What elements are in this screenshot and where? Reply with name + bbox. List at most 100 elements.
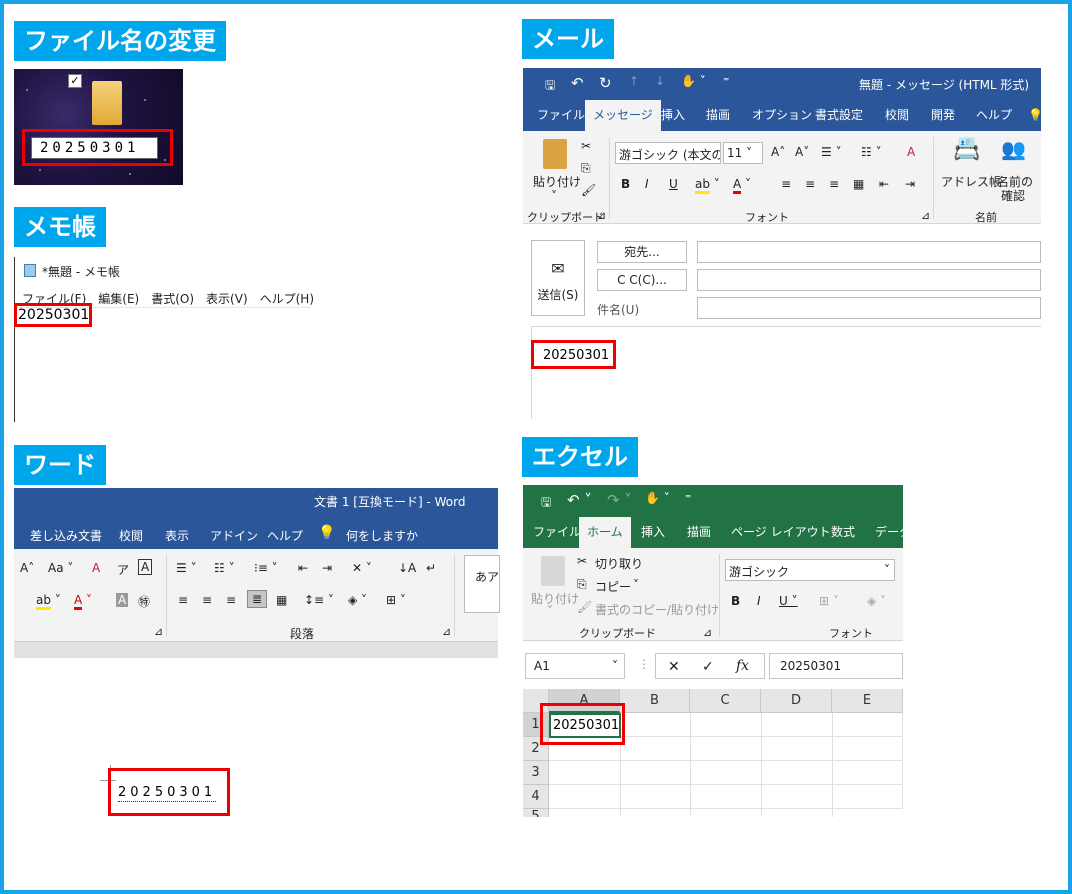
tab-format[interactable]: 書式設定 — [815, 100, 863, 131]
clear-format-icon[interactable]: A — [907, 145, 915, 159]
tab-draw[interactable]: 描画 — [687, 517, 711, 548]
sort-icon[interactable]: ↓A — [398, 561, 416, 575]
align-left-icon[interactable]: ≡ — [178, 593, 188, 607]
function-icon[interactable]: fx — [736, 658, 749, 674]
undo-icon[interactable]: ↶ — [571, 74, 584, 92]
name-box[interactable]: A1 ˅ — [525, 653, 625, 679]
tab-insert[interactable]: 挿入 — [661, 100, 685, 131]
cut-icon[interactable]: ✂ — [581, 139, 591, 153]
multilevel-icon[interactable]: ⁝≡ ˅ — [254, 561, 278, 575]
font-color-icon[interactable]: A ˅ — [733, 177, 751, 194]
paste-label[interactable]: 貼り付け — [531, 590, 579, 607]
change-case-icon[interactable]: Aa ˅ — [48, 561, 73, 575]
tab-help[interactable]: ヘルプ — [267, 527, 303, 544]
save-icon[interactable]: 🖫 — [541, 493, 551, 514]
redo-icon[interactable]: ↻ — [599, 74, 612, 92]
menu-help[interactable]: ヘルプ(H) — [260, 290, 314, 307]
underline-icon[interactable]: U ˅ — [779, 594, 798, 608]
highlight-icon[interactable]: ab ˅ — [36, 593, 61, 610]
save-icon[interactable]: 🖫 — [545, 76, 555, 97]
row-header-3[interactable]: 3 — [523, 761, 549, 785]
paste-label[interactable]: 貼り付け — [533, 173, 581, 190]
tab-data[interactable]: データ — [875, 517, 911, 548]
char-shading-icon[interactable]: A — [116, 593, 129, 607]
shrink-font-icon[interactable]: A˅ — [795, 145, 809, 159]
bullets-icon[interactable]: ☰ ˅ — [821, 145, 842, 159]
grow-font-icon[interactable]: A˄ — [771, 145, 785, 159]
address-book-label[interactable]: アドレス帳 — [941, 173, 1001, 190]
copy-label[interactable]: コピー — [595, 578, 631, 595]
menu-view[interactable]: 表示(V) — [206, 290, 248, 307]
numbering-icon[interactable]: ☷ ˅ — [214, 561, 235, 575]
dialog-launcher-icon[interactable]: ⊿ — [921, 209, 930, 222]
dialog-launcher-icon[interactable]: ⊿ — [597, 209, 606, 222]
align-center-icon[interactable]: ≡ — [805, 177, 815, 191]
tab-help[interactable]: ヘルプ — [976, 100, 1012, 131]
up-icon[interactable]: ↑ — [629, 74, 639, 88]
align-center-icon[interactable]: ≡ — [202, 593, 212, 607]
row-header-4[interactable]: 4 — [523, 785, 549, 809]
copy-icon[interactable]: ⎘ — [577, 577, 587, 592]
tab-draw[interactable]: 描画 — [706, 100, 730, 131]
font-grow-icon[interactable]: A˄ — [20, 561, 34, 575]
address-book-icon[interactable]: 📇 — [953, 137, 980, 162]
style-gallery[interactable]: あア — [464, 555, 500, 613]
check-names-icon[interactable]: 👥 — [1001, 137, 1026, 161]
dialog-launcher-icon[interactable]: ⊿ — [703, 626, 712, 639]
tab-options[interactable]: オプション — [752, 100, 812, 131]
tab-addins[interactable]: アドイン — [210, 527, 258, 544]
tab-formulas[interactable]: 数式 — [831, 517, 855, 548]
char-border-icon[interactable]: A — [138, 559, 153, 575]
font-name-select[interactable]: 游ゴシック (本文の ˅ — [615, 142, 721, 164]
font-color-icon[interactable]: A ˅ — [74, 593, 92, 610]
align-right-icon[interactable]: ≡ — [829, 177, 839, 191]
paste-icon[interactable] — [541, 556, 565, 586]
down-icon[interactable]: ↓ — [655, 74, 665, 88]
tab-review[interactable]: 校閲 — [885, 100, 909, 131]
send-button[interactable]: ✉ 送信(S) — [531, 240, 585, 316]
underline-icon[interactable]: U — [669, 177, 678, 191]
customize-qat-icon[interactable]: ⁼ — [723, 74, 729, 88]
borders-icon[interactable]: ⊞ ˅ — [819, 594, 839, 608]
select-checkbox[interactable]: ✓ — [68, 74, 82, 88]
paste-dropdown-icon[interactable]: ˅ — [551, 189, 557, 203]
decrease-indent-icon[interactable]: ⇤ — [298, 561, 308, 575]
font-size-select[interactable]: 11 ˅ — [723, 142, 763, 164]
to-button[interactable]: 宛先... — [597, 241, 687, 263]
phonetic-icon[interactable]: ア — [117, 561, 129, 578]
tab-insert[interactable]: 挿入 — [641, 517, 665, 548]
customize-qat-icon[interactable]: ⁼ — [685, 491, 691, 505]
justify-icon[interactable]: ≣ — [247, 590, 268, 608]
dialog-launcher-icon[interactable]: ⊿ — [154, 625, 163, 638]
cc-button[interactable]: C C(C)... — [597, 269, 687, 291]
tab-page-layout[interactable]: ページ レイアウト — [731, 517, 831, 548]
touch-mode-icon[interactable]: ✋ ˅ — [681, 74, 706, 88]
format-painter-icon[interactable]: 🖌 — [581, 183, 596, 197]
enter-icon[interactable]: ✓ — [702, 659, 714, 675]
decrease-indent-icon[interactable]: ⇤ — [879, 177, 889, 191]
font-name-select[interactable]: 游ゴシック ˅ — [725, 559, 895, 581]
menu-format[interactable]: 書式(O) — [151, 290, 194, 307]
column-header-c[interactable]: C — [690, 689, 761, 713]
paste-dropdown-icon[interactable]: ˅ — [547, 604, 553, 618]
enclose-char-icon[interactable]: ㊕ — [138, 593, 150, 610]
clear-format-icon[interactable]: A — [92, 561, 100, 575]
italic-icon[interactable]: I — [645, 177, 649, 191]
cancel-icon[interactable]: ✕ — [668, 659, 680, 675]
folder-icon[interactable] — [92, 81, 122, 125]
column-header-b[interactable]: B — [620, 689, 690, 713]
copy-icon[interactable]: ⎘ — [581, 161, 591, 176]
fill-color-icon[interactable]: ◈ ˅ — [867, 594, 886, 608]
line-spacing-icon[interactable]: ↕≡ ˅ — [304, 593, 334, 607]
undo-icon[interactable]: ↶ ˅ — [567, 491, 592, 509]
column-header-e[interactable]: E — [832, 689, 903, 713]
cut-label[interactable]: 切り取り — [595, 555, 643, 572]
dialog-launcher-icon[interactable]: ⊿ — [442, 625, 451, 638]
numbering-icon[interactable]: ☷ ˅ — [861, 145, 882, 159]
cc-field[interactable] — [697, 269, 1041, 291]
subject-field[interactable] — [697, 297, 1041, 319]
align-right-icon[interactable]: ≡ — [226, 593, 236, 607]
justify-icon[interactable]: ▦ — [853, 177, 864, 191]
asian-layout-icon[interactable]: ✕ ˅ — [352, 561, 372, 575]
tab-file[interactable]: ファイル — [537, 100, 585, 131]
